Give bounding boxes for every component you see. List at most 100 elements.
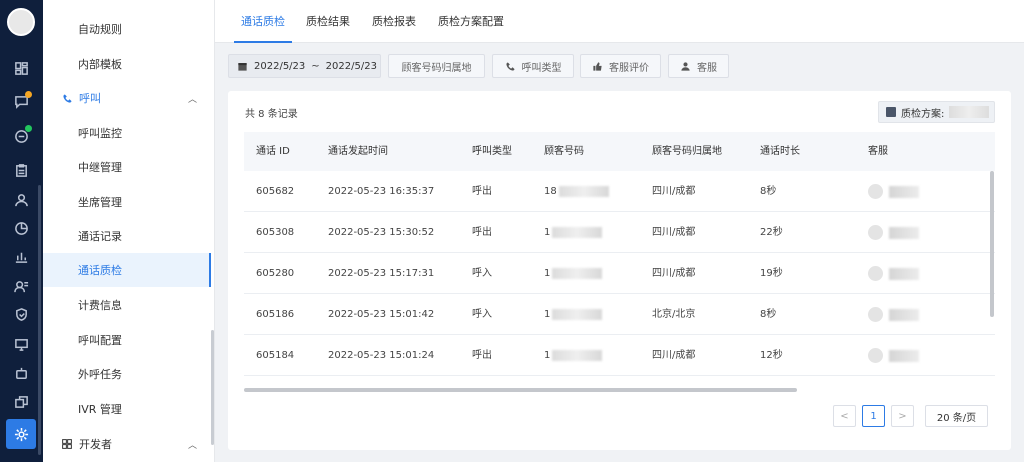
location-filter-button[interactable]: 顾客号码归属地 [388, 54, 485, 78]
quality-scheme-select[interactable]: 质检方案: [878, 101, 995, 123]
sidebar-group-developer[interactable]: 开发者 ︿ [43, 427, 211, 461]
page-size-select[interactable]: 20 条/页 [925, 405, 988, 427]
rating-filter-button[interactable]: 客服评价 [580, 54, 661, 78]
col-customer-number[interactable]: 顾客号码 [544, 132, 584, 171]
cell-duration: 12秒 [760, 350, 783, 361]
message-notification-dot [25, 125, 32, 132]
col-call-id[interactable]: 通话 ID [256, 132, 290, 171]
monitor-icon[interactable] [0, 330, 43, 358]
sidebar-item-internal-templates[interactable]: 内部模板 [43, 47, 211, 81]
avatar [868, 225, 883, 240]
cell-agent [868, 212, 919, 253]
sidebar-item-billing[interactable]: 计费信息 [43, 288, 211, 322]
next-page-button[interactable]: > [891, 405, 914, 427]
tab-quality-results[interactable]: 质检结果 [306, 0, 350, 43]
sidebar-item-call-config[interactable]: 呼叫配置 [43, 323, 211, 357]
cell-agent [868, 253, 919, 294]
agent-filter-button[interactable]: 客服 [668, 54, 729, 78]
sidebar-item-ivr[interactable]: IVR 管理 [43, 392, 211, 426]
cell-location: 北京/北京 [652, 309, 696, 320]
settings-icon[interactable] [6, 419, 36, 449]
grid-icon [61, 438, 73, 450]
prev-page-button[interactable]: < [833, 405, 856, 427]
table-row[interactable]: 605280 2022-05-23 15:17:31 呼入 1 四川/成都 19… [244, 253, 995, 294]
cell-call-type: 呼出 [472, 186, 492, 197]
table-row[interactable]: 605184 2022-05-23 15:01:24 呼出 1 四川/成都 12… [244, 335, 995, 376]
chevron-up-icon: ︿ [187, 441, 197, 451]
avatar [868, 266, 883, 281]
cell-call-id: 605682 [256, 186, 295, 197]
dashboard-icon[interactable] [0, 54, 43, 82]
sidebar: 自动规则 内部模板 呼叫 ︿ 呼叫监控 中继管理 坐席管理 通话记录 通话质检 … [43, 0, 215, 462]
user-icon[interactable] [0, 186, 43, 214]
user-icon [681, 61, 690, 71]
avatar [868, 307, 883, 322]
table-horizontal-scrollbar[interactable] [244, 388, 797, 392]
sidebar-item-auto-rules[interactable]: 自动规则 [43, 12, 211, 46]
cell-duration: 19秒 [760, 268, 783, 279]
scheme-value-redacted [949, 106, 990, 118]
cell-customer-number: 1 [544, 212, 603, 253]
tab-call-quality[interactable]: 通话质检 [234, 0, 292, 43]
clipboard-icon[interactable] [0, 156, 43, 184]
col-call-time[interactable]: 通话发起时间 [328, 132, 388, 171]
cell-location: 四川/成都 [652, 186, 696, 197]
avatar [868, 348, 883, 363]
thumbs-up-icon [593, 61, 602, 71]
sidebar-item-trunk[interactable]: 中继管理 [43, 150, 211, 184]
calendar-icon [238, 62, 247, 71]
tab-scheme-config[interactable]: 质检方案配置 [438, 0, 504, 43]
sidebar-item-call-quality[interactable]: 通话质检 [43, 253, 211, 287]
table-header: 通话 ID 通话发起时间 呼叫类型 顾客号码 顾客号码归属地 通话时长 客服 [244, 132, 995, 171]
sidebar-item-call-records[interactable]: 通话记录 [43, 219, 211, 253]
cell-duration: 8秒 [760, 186, 777, 197]
cell-call-time: 2022-05-23 15:30:52 [328, 227, 435, 238]
cell-agent [868, 294, 919, 335]
bar-chart-icon[interactable] [0, 242, 43, 270]
tab-bar: 通话质检 质检结果 质检报表 质检方案配置 [215, 0, 1024, 43]
col-duration[interactable]: 通话时长 [760, 132, 800, 171]
tab-quality-report[interactable]: 质检报表 [372, 0, 416, 43]
cell-call-type: 呼入 [472, 268, 492, 279]
col-number-location[interactable]: 顾客号码归属地 [652, 132, 722, 171]
phone-icon [61, 92, 73, 104]
cell-call-id: 605308 [256, 227, 295, 238]
cell-call-type: 呼出 [472, 227, 492, 238]
cell-call-type: 呼出 [472, 350, 492, 361]
message-icon[interactable] [0, 122, 43, 150]
cell-agent [868, 171, 919, 212]
col-agent[interactable]: 客服 [868, 132, 888, 171]
records-panel: 共 8 条记录 质检方案: 通话 ID 通话发起时间 呼叫类型 顾客号码 顾客号… [228, 91, 1011, 450]
avatar [868, 184, 883, 199]
phone-icon [505, 61, 515, 71]
robot-icon[interactable] [0, 359, 43, 387]
apps-icon[interactable] [0, 387, 43, 415]
sidebar-scrollbar[interactable] [211, 330, 214, 445]
cell-customer-number: 1 [544, 294, 603, 335]
table-row[interactable]: 605186 2022-05-23 15:01:42 呼入 1 北京/北京 8秒 [244, 294, 995, 335]
call-type-filter-button[interactable]: 呼叫类型 [492, 54, 574, 78]
rail-scrollbar[interactable] [38, 185, 41, 455]
cell-call-time: 2022-05-23 16:35:37 [328, 186, 435, 197]
sidebar-item-outbound-tasks[interactable]: 外呼任务 [43, 357, 211, 391]
date-range-picker[interactable]: 2022/5/23 ~ 2022/5/23 [228, 54, 381, 78]
sidebar-item-call-monitor[interactable]: 呼叫监控 [43, 116, 211, 150]
record-count: 共 8 条记录 [245, 109, 298, 120]
col-call-type[interactable]: 呼叫类型 [472, 132, 512, 171]
cell-location: 四川/成都 [652, 227, 696, 238]
table-row[interactable]: 605308 2022-05-23 15:30:52 呼出 1 四川/成都 22… [244, 212, 995, 253]
chat-notification-dot [25, 91, 32, 98]
chart-icon[interactable] [0, 214, 43, 242]
page-number[interactable]: 1 [862, 405, 885, 427]
cell-agent [868, 335, 919, 376]
cell-location: 四川/成都 [652, 268, 696, 279]
chevron-up-icon: ︿ [187, 95, 197, 105]
chat-icon[interactable] [0, 87, 43, 115]
sidebar-item-seats[interactable]: 坐席管理 [43, 185, 211, 219]
sidebar-group-call[interactable]: 呼叫 ︿ [43, 81, 211, 115]
shield-icon[interactable] [0, 300, 43, 328]
avatar[interactable] [7, 8, 35, 36]
table-vertical-scrollbar[interactable] [990, 171, 994, 317]
contacts-icon[interactable] [0, 272, 43, 300]
table-row[interactable]: 605682 2022-05-23 16:35:37 呼出 18 四川/成都 8… [244, 171, 995, 212]
